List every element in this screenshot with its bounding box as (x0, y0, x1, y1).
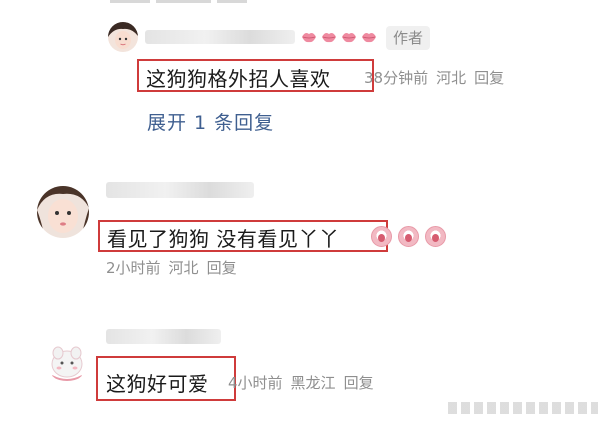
comment-location: 河北 (168, 259, 199, 277)
comment-text: 这狗好可爱 (106, 372, 209, 396)
lips-icon (362, 33, 376, 43)
comment-time: 4小时前 (228, 374, 283, 392)
comment-time: 38分钟前 (364, 69, 429, 87)
crying-face-icon (398, 226, 419, 247)
avatar[interactable] (37, 186, 89, 238)
comment-time: 2小时前 (106, 259, 161, 277)
username-blurred[interactable] (106, 329, 221, 344)
crying-face-icon (425, 226, 446, 247)
comment-meta: 2小时前 河北 回复 (106, 257, 245, 278)
avatar[interactable] (108, 22, 138, 52)
lips-icon (322, 33, 336, 43)
comment-text: 这狗狗格外招人喜欢 (146, 67, 331, 91)
watermark (448, 402, 598, 414)
expand-replies-link[interactable]: 展开 1 条回复 (147, 108, 274, 135)
comment-meta: 38分钟前 河北 回复 (364, 67, 512, 88)
comment-meta: 4小时前 黑龙江 回复 (228, 372, 382, 393)
lips-icon (302, 33, 316, 43)
comment-location: 黑龙江 (290, 374, 336, 392)
comment-location: 河北 (436, 69, 467, 87)
reply-button[interactable]: 回复 (474, 69, 504, 87)
truncated-previous-line (110, 0, 290, 3)
reply-button[interactable]: 回复 (344, 374, 374, 392)
crying-face-icon (371, 226, 392, 247)
username-blurred[interactable] (106, 182, 254, 198)
reply-button[interactable]: 回复 (207, 259, 237, 277)
username-blurred[interactable] (145, 30, 295, 44)
author-badge: 作者 (386, 26, 431, 50)
lips-icon (342, 33, 356, 43)
avatar[interactable] (46, 340, 88, 382)
comment-text: 看见了狗狗 没有看见丫丫 (107, 227, 340, 251)
